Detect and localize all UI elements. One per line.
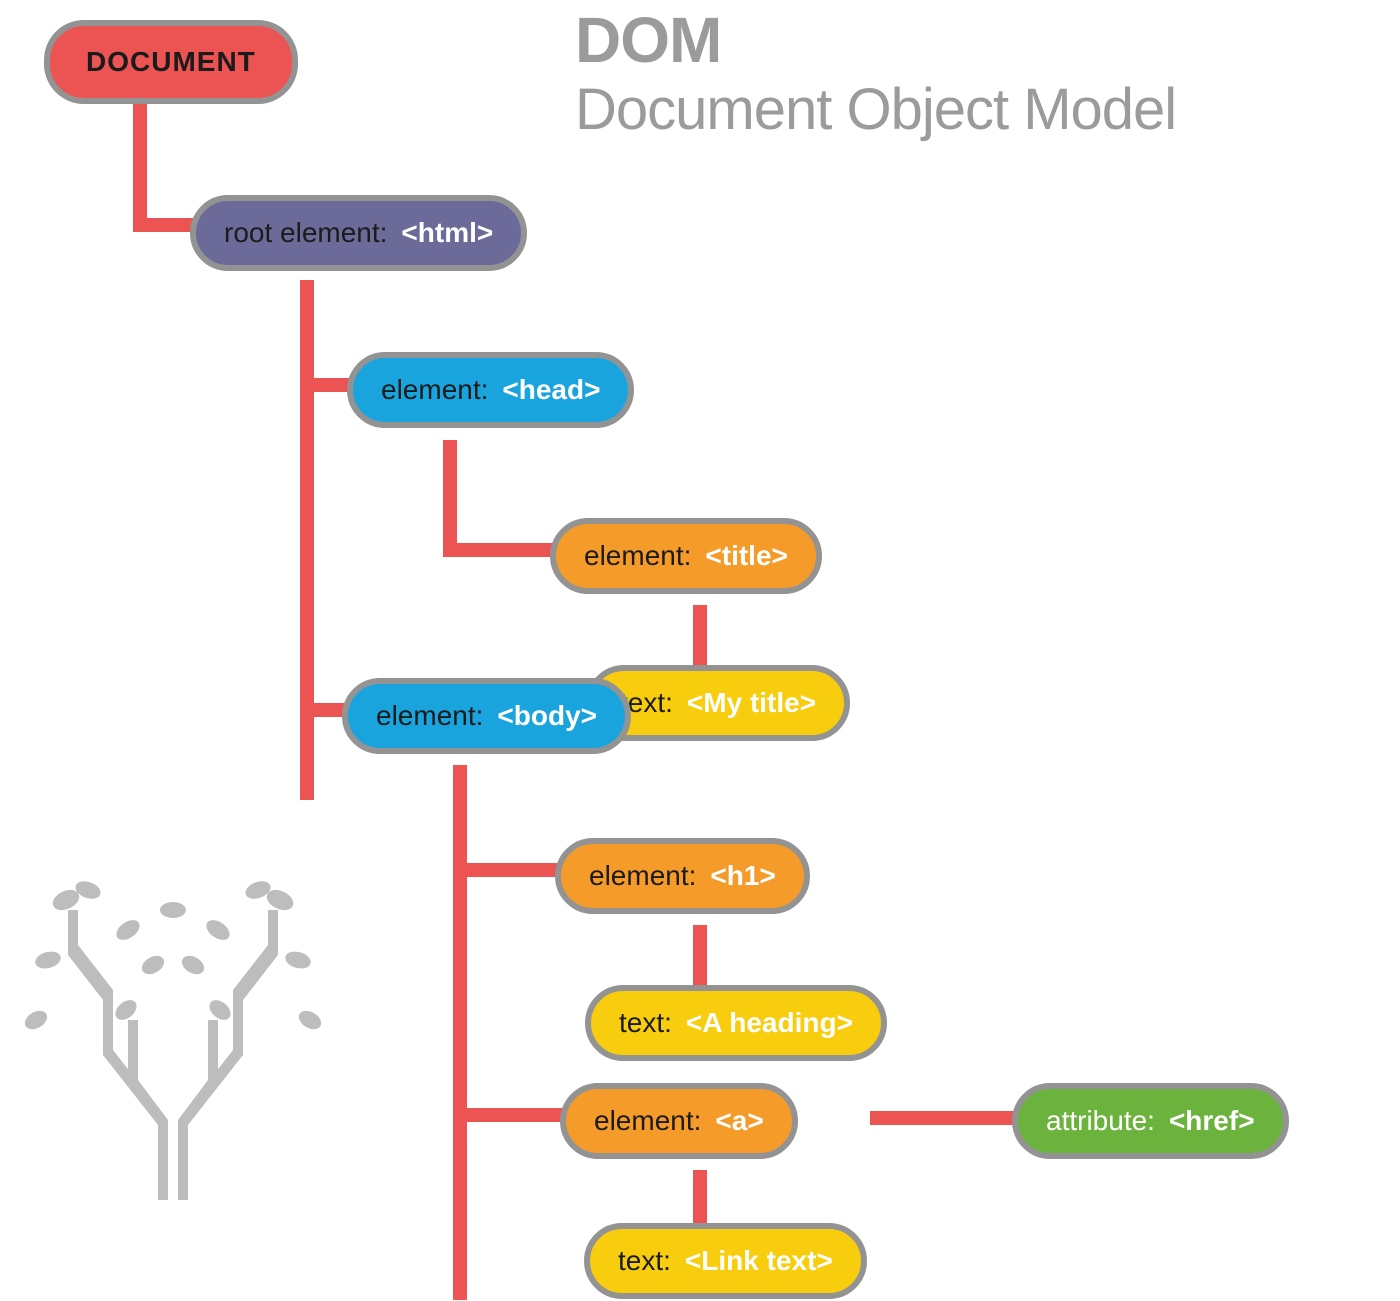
node-title-text-value: <My title>	[687, 687, 816, 719]
node-title-value: <title>	[705, 540, 787, 572]
diagram-title: DOM Document Object Model	[575, 8, 1176, 142]
node-head-value: <head>	[502, 374, 600, 406]
node-h1-label: element:	[589, 860, 696, 892]
node-h1-value: <h1>	[710, 860, 775, 892]
node-a: element: <a>	[560, 1083, 798, 1159]
node-html-value: <html>	[401, 217, 493, 249]
node-body-value: <body>	[497, 700, 597, 732]
node-a-text: text: <Link text>	[584, 1223, 867, 1299]
node-title-label: element:	[584, 540, 691, 572]
node-html: root element: <html>	[190, 195, 527, 271]
node-a-value: <a>	[715, 1105, 763, 1137]
node-body: element: <body>	[342, 678, 631, 754]
title-line-1: DOM	[575, 8, 1176, 72]
node-h1-text-label: text:	[619, 1007, 672, 1039]
node-document: DOCUMENT	[44, 20, 298, 104]
node-a-text-label: text:	[618, 1245, 671, 1277]
node-document-label: DOCUMENT	[86, 46, 256, 78]
tree-icon	[18, 870, 328, 1200]
node-href-label: attribute:	[1046, 1105, 1155, 1137]
node-html-label: root element:	[224, 217, 387, 249]
node-head-label: element:	[381, 374, 488, 406]
node-head: element: <head>	[347, 352, 634, 428]
node-title: element: <title>	[550, 518, 822, 594]
node-a-label: element:	[594, 1105, 701, 1137]
node-h1-text: text: <A heading>	[585, 985, 887, 1061]
title-line-2: Document Object Model	[575, 78, 1176, 142]
node-body-label: element:	[376, 700, 483, 732]
node-a-text-value: <Link text>	[685, 1245, 833, 1277]
node-h1-text-value: <A heading>	[686, 1007, 853, 1039]
node-href: attribute: <href>	[1012, 1083, 1289, 1159]
node-h1: element: <h1>	[555, 838, 810, 914]
node-href-value: <href>	[1169, 1105, 1255, 1137]
